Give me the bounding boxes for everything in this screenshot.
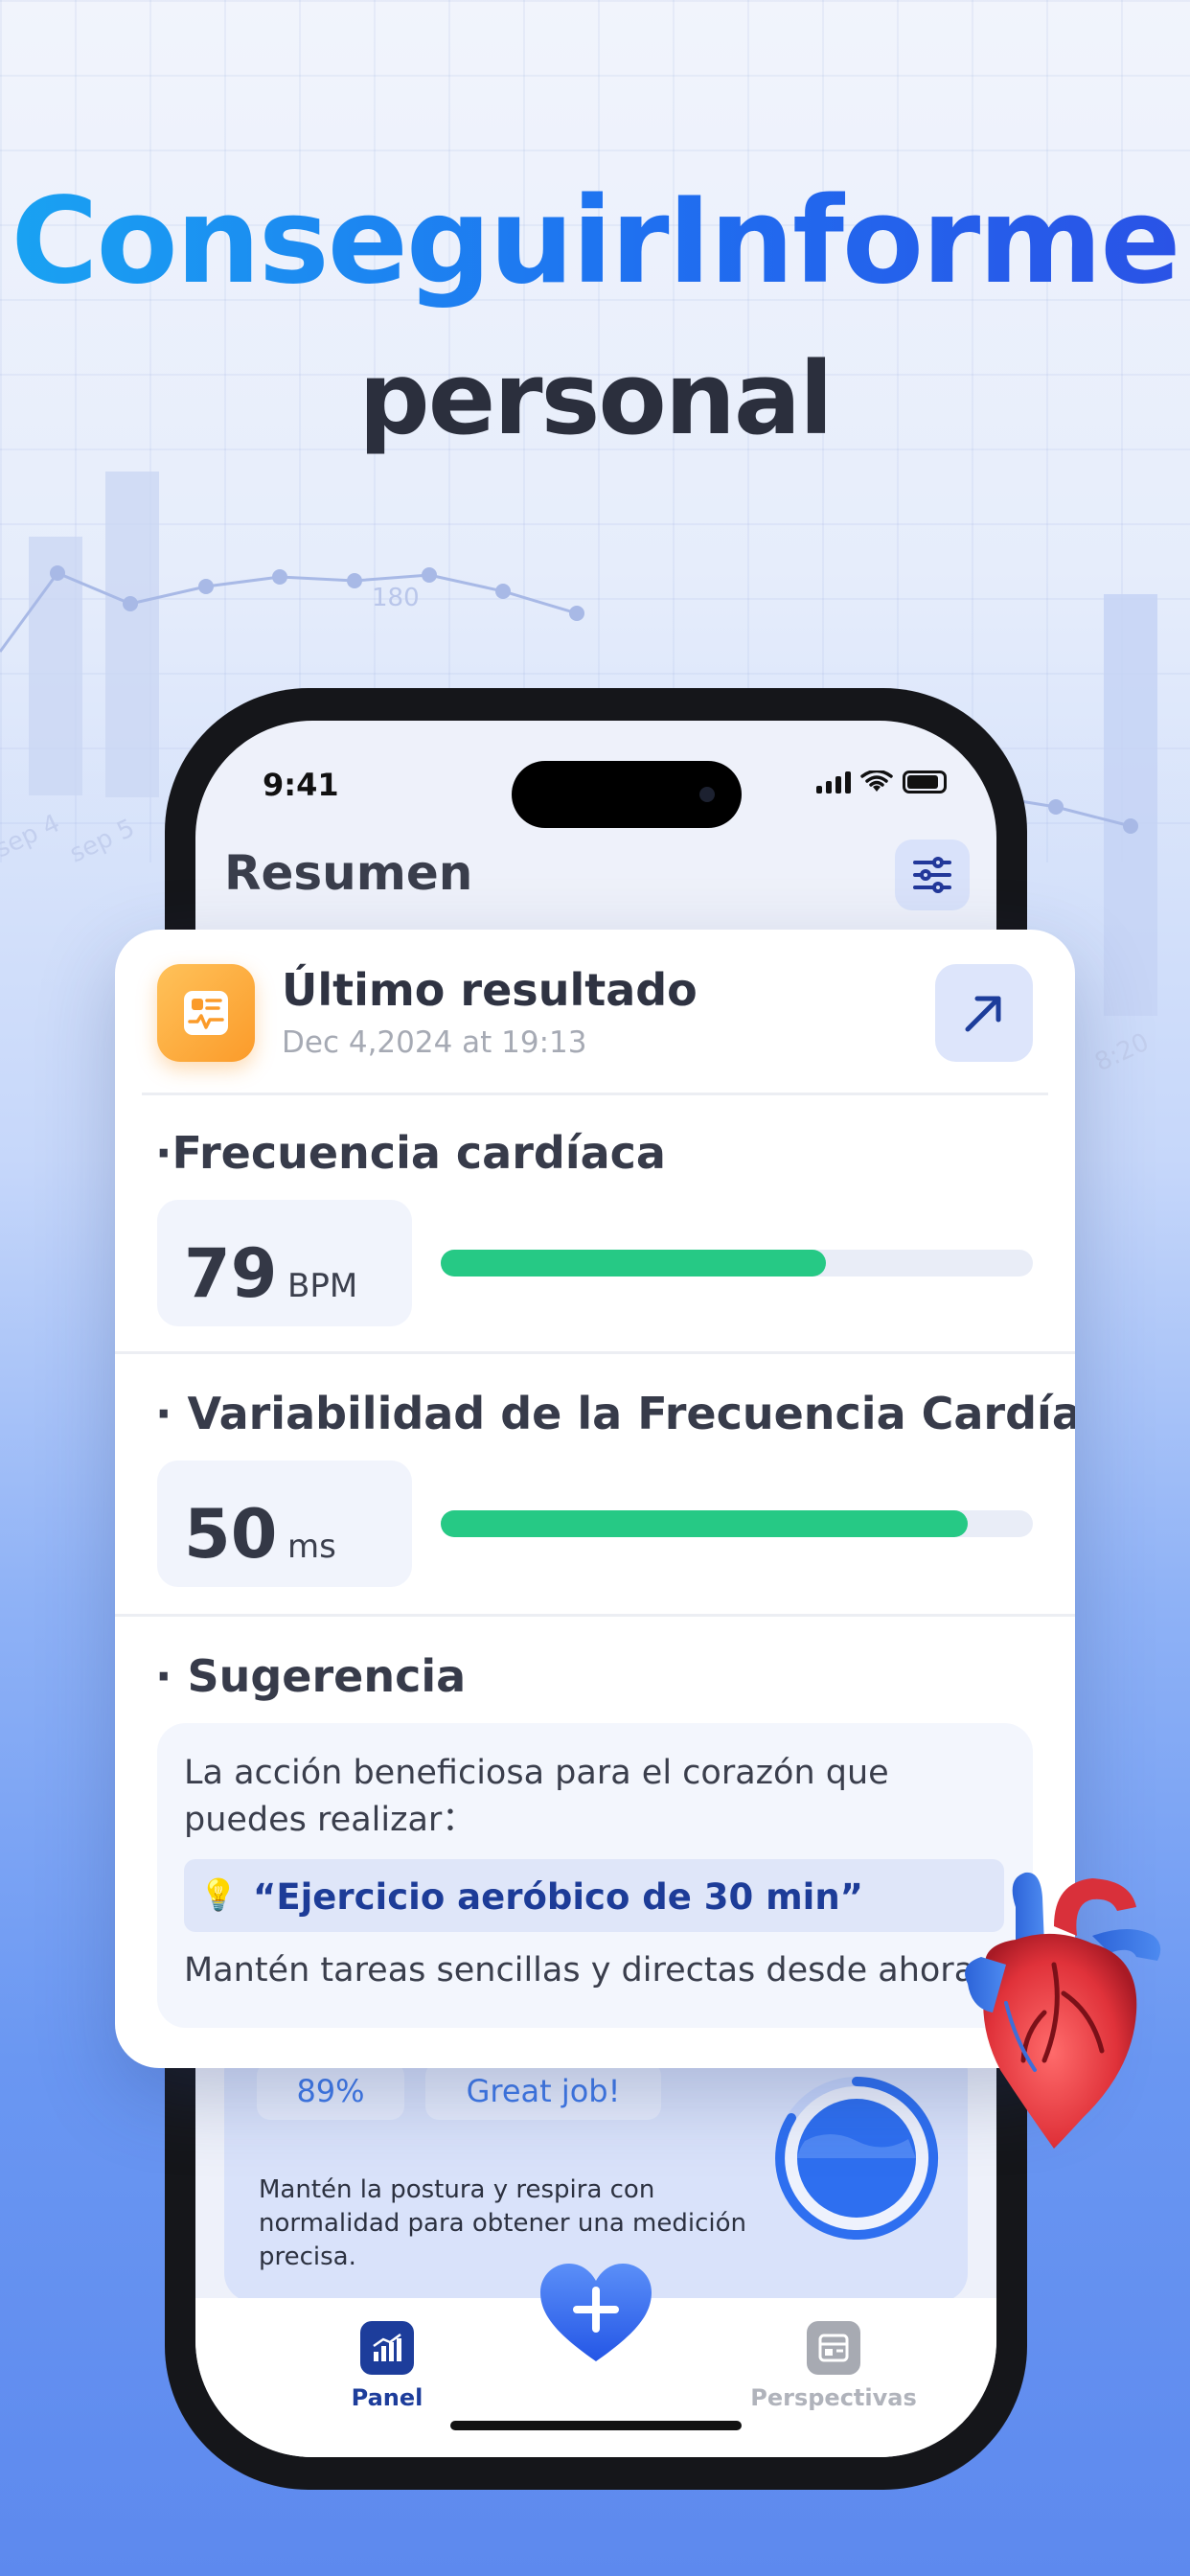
svg-text:8:20: 8:20 — [1090, 1027, 1154, 1077]
arrow-up-right-icon — [965, 996, 1001, 1032]
open-result-button[interactable] — [935, 964, 1033, 1062]
heart-rate-progress-fill — [441, 1250, 826, 1276]
hrv-progress-fill — [441, 1510, 969, 1537]
status-time: 9:41 — [263, 767, 339, 803]
great-job-badge: Great job! — [425, 2062, 661, 2120]
signal-icon — [816, 771, 851, 794]
heart-rate-unit: BPM — [287, 1267, 358, 1305]
sliders-icon — [913, 857, 951, 893]
svg-text:sep 5: sep 5 — [65, 814, 139, 868]
heart-rate-value: 79 — [184, 1234, 278, 1313]
battery-icon — [903, 770, 947, 794]
wifi-icon — [860, 770, 893, 792]
status-icons — [816, 770, 947, 794]
tab-panel[interactable]: Panel — [316, 2321, 458, 2411]
suggestion-footer: Mantén tareas sencillas y directas desde… — [184, 1951, 975, 1990]
suggestion-tip-text: “Ejercicio aeróbico de 30 min” — [253, 1876, 864, 1918]
screen-title: Resumen — [224, 845, 473, 901]
divider — [142, 1092, 1048, 1095]
dynamic-island — [512, 761, 742, 828]
heart-rate-title: ·Frecuencia cardíaca — [155, 1127, 666, 1179]
filter-button[interactable] — [895, 840, 970, 910]
tab-perspectivas-label: Perspectivas — [750, 2384, 917, 2411]
card-title: Último resultado — [282, 964, 698, 1016]
anatomical-heart-icon — [965, 1872, 1161, 2149]
divider — [115, 1614, 1075, 1617]
add-measurement-button[interactable] — [538, 2262, 653, 2367]
hrv-unit: ms — [287, 1528, 336, 1566]
lightbulb-icon: 💡 — [199, 1876, 238, 1913]
hrv-value-box: 50 ms — [157, 1460, 412, 1587]
hrv-value: 50 — [184, 1495, 278, 1574]
percent-chip: 89% — [257, 2062, 404, 2120]
hrv-progress — [441, 1510, 1033, 1537]
divider — [115, 1351, 1075, 1354]
insights-icon — [807, 2321, 860, 2375]
tab-panel-label: Panel — [351, 2384, 423, 2411]
home-indicator — [450, 2421, 742, 2430]
card-date: Dec 4,2024 at 19:13 — [282, 1025, 587, 1060]
chart-icon — [360, 2321, 414, 2375]
svg-text:180: 180 — [372, 584, 420, 612]
result-card: Último resultado Dec 4,2024 at 19:13 ·Fr… — [115, 930, 1075, 2068]
suggestion-title: · Sugerencia — [155, 1650, 467, 1702]
suggestion-text: La acción beneficiosa para el corazón qu… — [184, 1754, 889, 1839]
heart-rate-value-box: 79 BPM — [157, 1200, 412, 1326]
suggestion-box: La acción beneficiosa para el corazón qu… — [157, 1723, 1033, 2028]
suggestion-tip: 💡 “Ejercicio aeróbico de 30 min” — [184, 1859, 1004, 1932]
report-icon — [157, 964, 255, 1062]
measure-ring-icon — [775, 2077, 939, 2240]
heart-rate-progress — [441, 1250, 1033, 1276]
tab-perspectivas[interactable]: Perspectivas — [749, 2321, 918, 2411]
hrv-title: · Variabilidad de la Frecuencia Cardíaca — [155, 1388, 1075, 1439]
measurement-instructions: Mantén la postura y respira con normalid… — [259, 2175, 746, 2271]
svg-text:sep 4: sep 4 — [0, 809, 64, 863]
